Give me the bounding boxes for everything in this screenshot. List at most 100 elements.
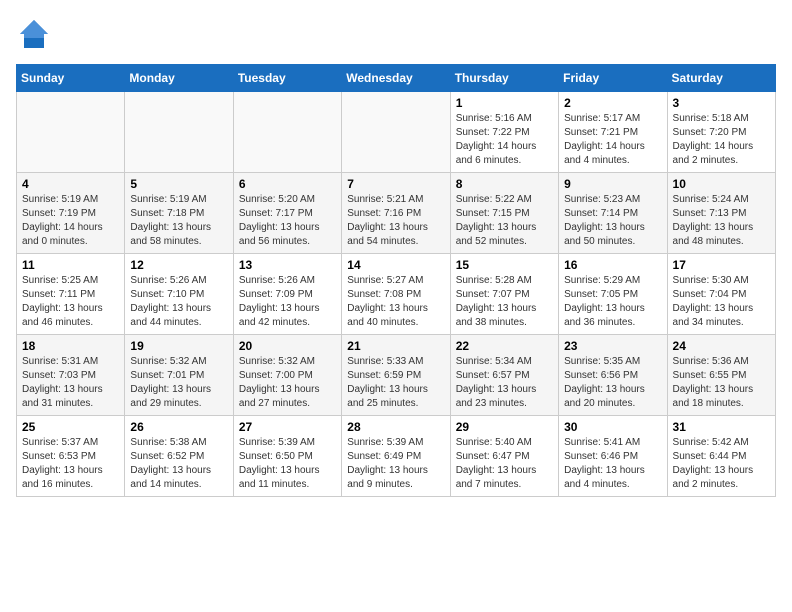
day-number: 14 xyxy=(347,258,444,272)
day-number: 4 xyxy=(22,177,119,191)
day-info: Sunrise: 5:42 AM Sunset: 6:44 PM Dayligh… xyxy=(673,436,770,492)
day-info: Sunrise: 5:26 AM Sunset: 7:10 PM Dayligh… xyxy=(130,274,227,330)
day-number: 26 xyxy=(130,420,227,434)
day-number: 30 xyxy=(564,420,661,434)
calendar-cell: 6 Sunrise: 5:20 AM Sunset: 7:17 PM Daylig… xyxy=(233,173,341,254)
day-number: 31 xyxy=(673,420,770,434)
day-number: 22 xyxy=(456,339,553,353)
day-number: 1 xyxy=(456,96,553,110)
weekday-header: Tuesday xyxy=(233,65,341,92)
calendar-cell: 27 Sunrise: 5:39 AM Sunset: 6:50 PM Dayli… xyxy=(233,416,341,497)
weekday-header-row: SundayMondayTuesdayWednesdayThursdayFrid… xyxy=(17,65,776,92)
day-info: Sunrise: 5:30 AM Sunset: 7:04 PM Dayligh… xyxy=(673,274,770,330)
day-info: Sunrise: 5:24 AM Sunset: 7:13 PM Dayligh… xyxy=(673,193,770,249)
calendar-cell: 4 Sunrise: 5:19 AM Sunset: 7:19 PM Daylig… xyxy=(17,173,125,254)
day-info: Sunrise: 5:34 AM Sunset: 6:57 PM Dayligh… xyxy=(456,355,553,411)
day-number: 18 xyxy=(22,339,119,353)
weekday-header: Wednesday xyxy=(342,65,450,92)
calendar-cell xyxy=(233,92,341,173)
calendar-cell: 23 Sunrise: 5:35 AM Sunset: 6:56 PM Dayli… xyxy=(559,335,667,416)
calendar-cell: 22 Sunrise: 5:34 AM Sunset: 6:57 PM Dayli… xyxy=(450,335,558,416)
day-number: 6 xyxy=(239,177,336,191)
day-number: 15 xyxy=(456,258,553,272)
day-info: Sunrise: 5:19 AM Sunset: 7:19 PM Dayligh… xyxy=(22,193,119,249)
day-number: 17 xyxy=(673,258,770,272)
calendar-cell: 7 Sunrise: 5:21 AM Sunset: 7:16 PM Daylig… xyxy=(342,173,450,254)
calendar-cell: 26Sunrise: 5:38 AM Sunset: 6:52 PM Dayli… xyxy=(125,416,233,497)
day-info: Sunrise: 5:36 AM Sunset: 6:55 PM Dayligh… xyxy=(673,355,770,411)
calendar-cell: 1 Sunrise: 5:16 AM Sunset: 7:22 PM Daylig… xyxy=(450,92,558,173)
day-number: 20 xyxy=(239,339,336,353)
day-info: Sunrise: 5:39 AM Sunset: 6:50 PM Dayligh… xyxy=(239,436,336,492)
calendar-cell: 11 Sunrise: 5:25 AM Sunset: 7:11 PM Dayli… xyxy=(17,254,125,335)
day-number: 21 xyxy=(347,339,444,353)
calendar-cell: 19 Sunrise: 5:32 AM Sunset: 7:01 PM Dayli… xyxy=(125,335,233,416)
day-info: Sunrise: 5:40 AM Sunset: 6:47 PM Dayligh… xyxy=(456,436,553,492)
day-info: Sunrise: 5:25 AM Sunset: 7:11 PM Dayligh… xyxy=(22,274,119,330)
calendar-cell: 13 Sunrise: 5:26 AM Sunset: 7:09 PM Dayli… xyxy=(233,254,341,335)
calendar-cell: 20 Sunrise: 5:32 AM Sunset: 7:00 PM Dayli… xyxy=(233,335,341,416)
day-info: Sunrise: 5:22 AM Sunset: 7:15 PM Dayligh… xyxy=(456,193,553,249)
weekday-header: Saturday xyxy=(667,65,775,92)
day-info: Sunrise: 5:32 AM Sunset: 7:01 PM Dayligh… xyxy=(130,355,227,411)
day-number: 23 xyxy=(564,339,661,353)
weekday-header: Friday xyxy=(559,65,667,92)
day-number: 11 xyxy=(22,258,119,272)
day-number: 7 xyxy=(347,177,444,191)
calendar-cell: 29Sunrise: 5:40 AM Sunset: 6:47 PM Dayli… xyxy=(450,416,558,497)
day-info: Sunrise: 5:23 AM Sunset: 7:14 PM Dayligh… xyxy=(564,193,661,249)
day-info: Sunrise: 5:31 AM Sunset: 7:03 PM Dayligh… xyxy=(22,355,119,411)
weekday-header: Monday xyxy=(125,65,233,92)
weekday-header: Thursday xyxy=(450,65,558,92)
day-number: 2 xyxy=(564,96,661,110)
calendar-cell: 14 Sunrise: 5:27 AM Sunset: 7:08 PM Dayli… xyxy=(342,254,450,335)
day-info: Sunrise: 5:26 AM Sunset: 7:09 PM Dayligh… xyxy=(239,274,336,330)
calendar-cell: 24 Sunrise: 5:36 AM Sunset: 6:55 PM Dayli… xyxy=(667,335,775,416)
page-header xyxy=(16,16,776,52)
day-info: Sunrise: 5:32 AM Sunset: 7:00 PM Dayligh… xyxy=(239,355,336,411)
day-info: Sunrise: 5:20 AM Sunset: 7:17 PM Dayligh… xyxy=(239,193,336,249)
day-info: Sunrise: 5:16 AM Sunset: 7:22 PM Dayligh… xyxy=(456,112,553,168)
weekday-header: Sunday xyxy=(17,65,125,92)
day-info: Sunrise: 5:29 AM Sunset: 7:05 PM Dayligh… xyxy=(564,274,661,330)
day-info: Sunrise: 5:33 AM Sunset: 6:59 PM Dayligh… xyxy=(347,355,444,411)
day-number: 5 xyxy=(130,177,227,191)
calendar-week-row: 1 Sunrise: 5:16 AM Sunset: 7:22 PM Daylig… xyxy=(17,92,776,173)
day-info: Sunrise: 5:19 AM Sunset: 7:18 PM Dayligh… xyxy=(130,193,227,249)
day-number: 19 xyxy=(130,339,227,353)
day-number: 8 xyxy=(456,177,553,191)
day-number: 25 xyxy=(22,420,119,434)
calendar-cell: 21 Sunrise: 5:33 AM Sunset: 6:59 PM Dayli… xyxy=(342,335,450,416)
day-number: 16 xyxy=(564,258,661,272)
calendar-cell: 2Sunrise: 5:17 AM Sunset: 7:21 PM Daylig… xyxy=(559,92,667,173)
calendar-cell: 17 Sunrise: 5:30 AM Sunset: 7:04 PM Dayli… xyxy=(667,254,775,335)
day-info: Sunrise: 5:35 AM Sunset: 6:56 PM Dayligh… xyxy=(564,355,661,411)
calendar-cell: 28 Sunrise: 5:39 AM Sunset: 6:49 PM Dayli… xyxy=(342,416,450,497)
calendar-cell xyxy=(125,92,233,173)
day-info: Sunrise: 5:41 AM Sunset: 6:46 PM Dayligh… xyxy=(564,436,661,492)
calendar-week-row: 4 Sunrise: 5:19 AM Sunset: 7:19 PM Daylig… xyxy=(17,173,776,254)
calendar-cell: 10 Sunrise: 5:24 AM Sunset: 7:13 PM Dayli… xyxy=(667,173,775,254)
calendar-cell xyxy=(342,92,450,173)
day-info: Sunrise: 5:28 AM Sunset: 7:07 PM Dayligh… xyxy=(456,274,553,330)
calendar-cell: 31 Sunrise: 5:42 AM Sunset: 6:44 PM Dayli… xyxy=(667,416,775,497)
logo xyxy=(16,16,56,52)
calendar-cell: 16 Sunrise: 5:29 AM Sunset: 7:05 PM Dayli… xyxy=(559,254,667,335)
calendar-week-row: 18 Sunrise: 5:31 AM Sunset: 7:03 PM Dayli… xyxy=(17,335,776,416)
calendar-cell: 3Sunrise: 5:18 AM Sunset: 7:20 PM Daylig… xyxy=(667,92,775,173)
calendar-cell xyxy=(17,92,125,173)
day-number: 24 xyxy=(673,339,770,353)
day-info: Sunrise: 5:37 AM Sunset: 6:53 PM Dayligh… xyxy=(22,436,119,492)
day-number: 27 xyxy=(239,420,336,434)
day-number: 28 xyxy=(347,420,444,434)
day-number: 13 xyxy=(239,258,336,272)
calendar-cell: 15 Sunrise: 5:28 AM Sunset: 7:07 PM Dayli… xyxy=(450,254,558,335)
calendar-table: SundayMondayTuesdayWednesdayThursdayFrid… xyxy=(16,64,776,497)
day-number: 10 xyxy=(673,177,770,191)
day-info: Sunrise: 5:27 AM Sunset: 7:08 PM Dayligh… xyxy=(347,274,444,330)
day-info: Sunrise: 5:21 AM Sunset: 7:16 PM Dayligh… xyxy=(347,193,444,249)
day-info: Sunrise: 5:18 AM Sunset: 7:20 PM Dayligh… xyxy=(673,112,770,168)
calendar-cell: 25 Sunrise: 5:37 AM Sunset: 6:53 PM Dayli… xyxy=(17,416,125,497)
day-info: Sunrise: 5:39 AM Sunset: 6:49 PM Dayligh… xyxy=(347,436,444,492)
calendar-cell: 18 Sunrise: 5:31 AM Sunset: 7:03 PM Dayli… xyxy=(17,335,125,416)
